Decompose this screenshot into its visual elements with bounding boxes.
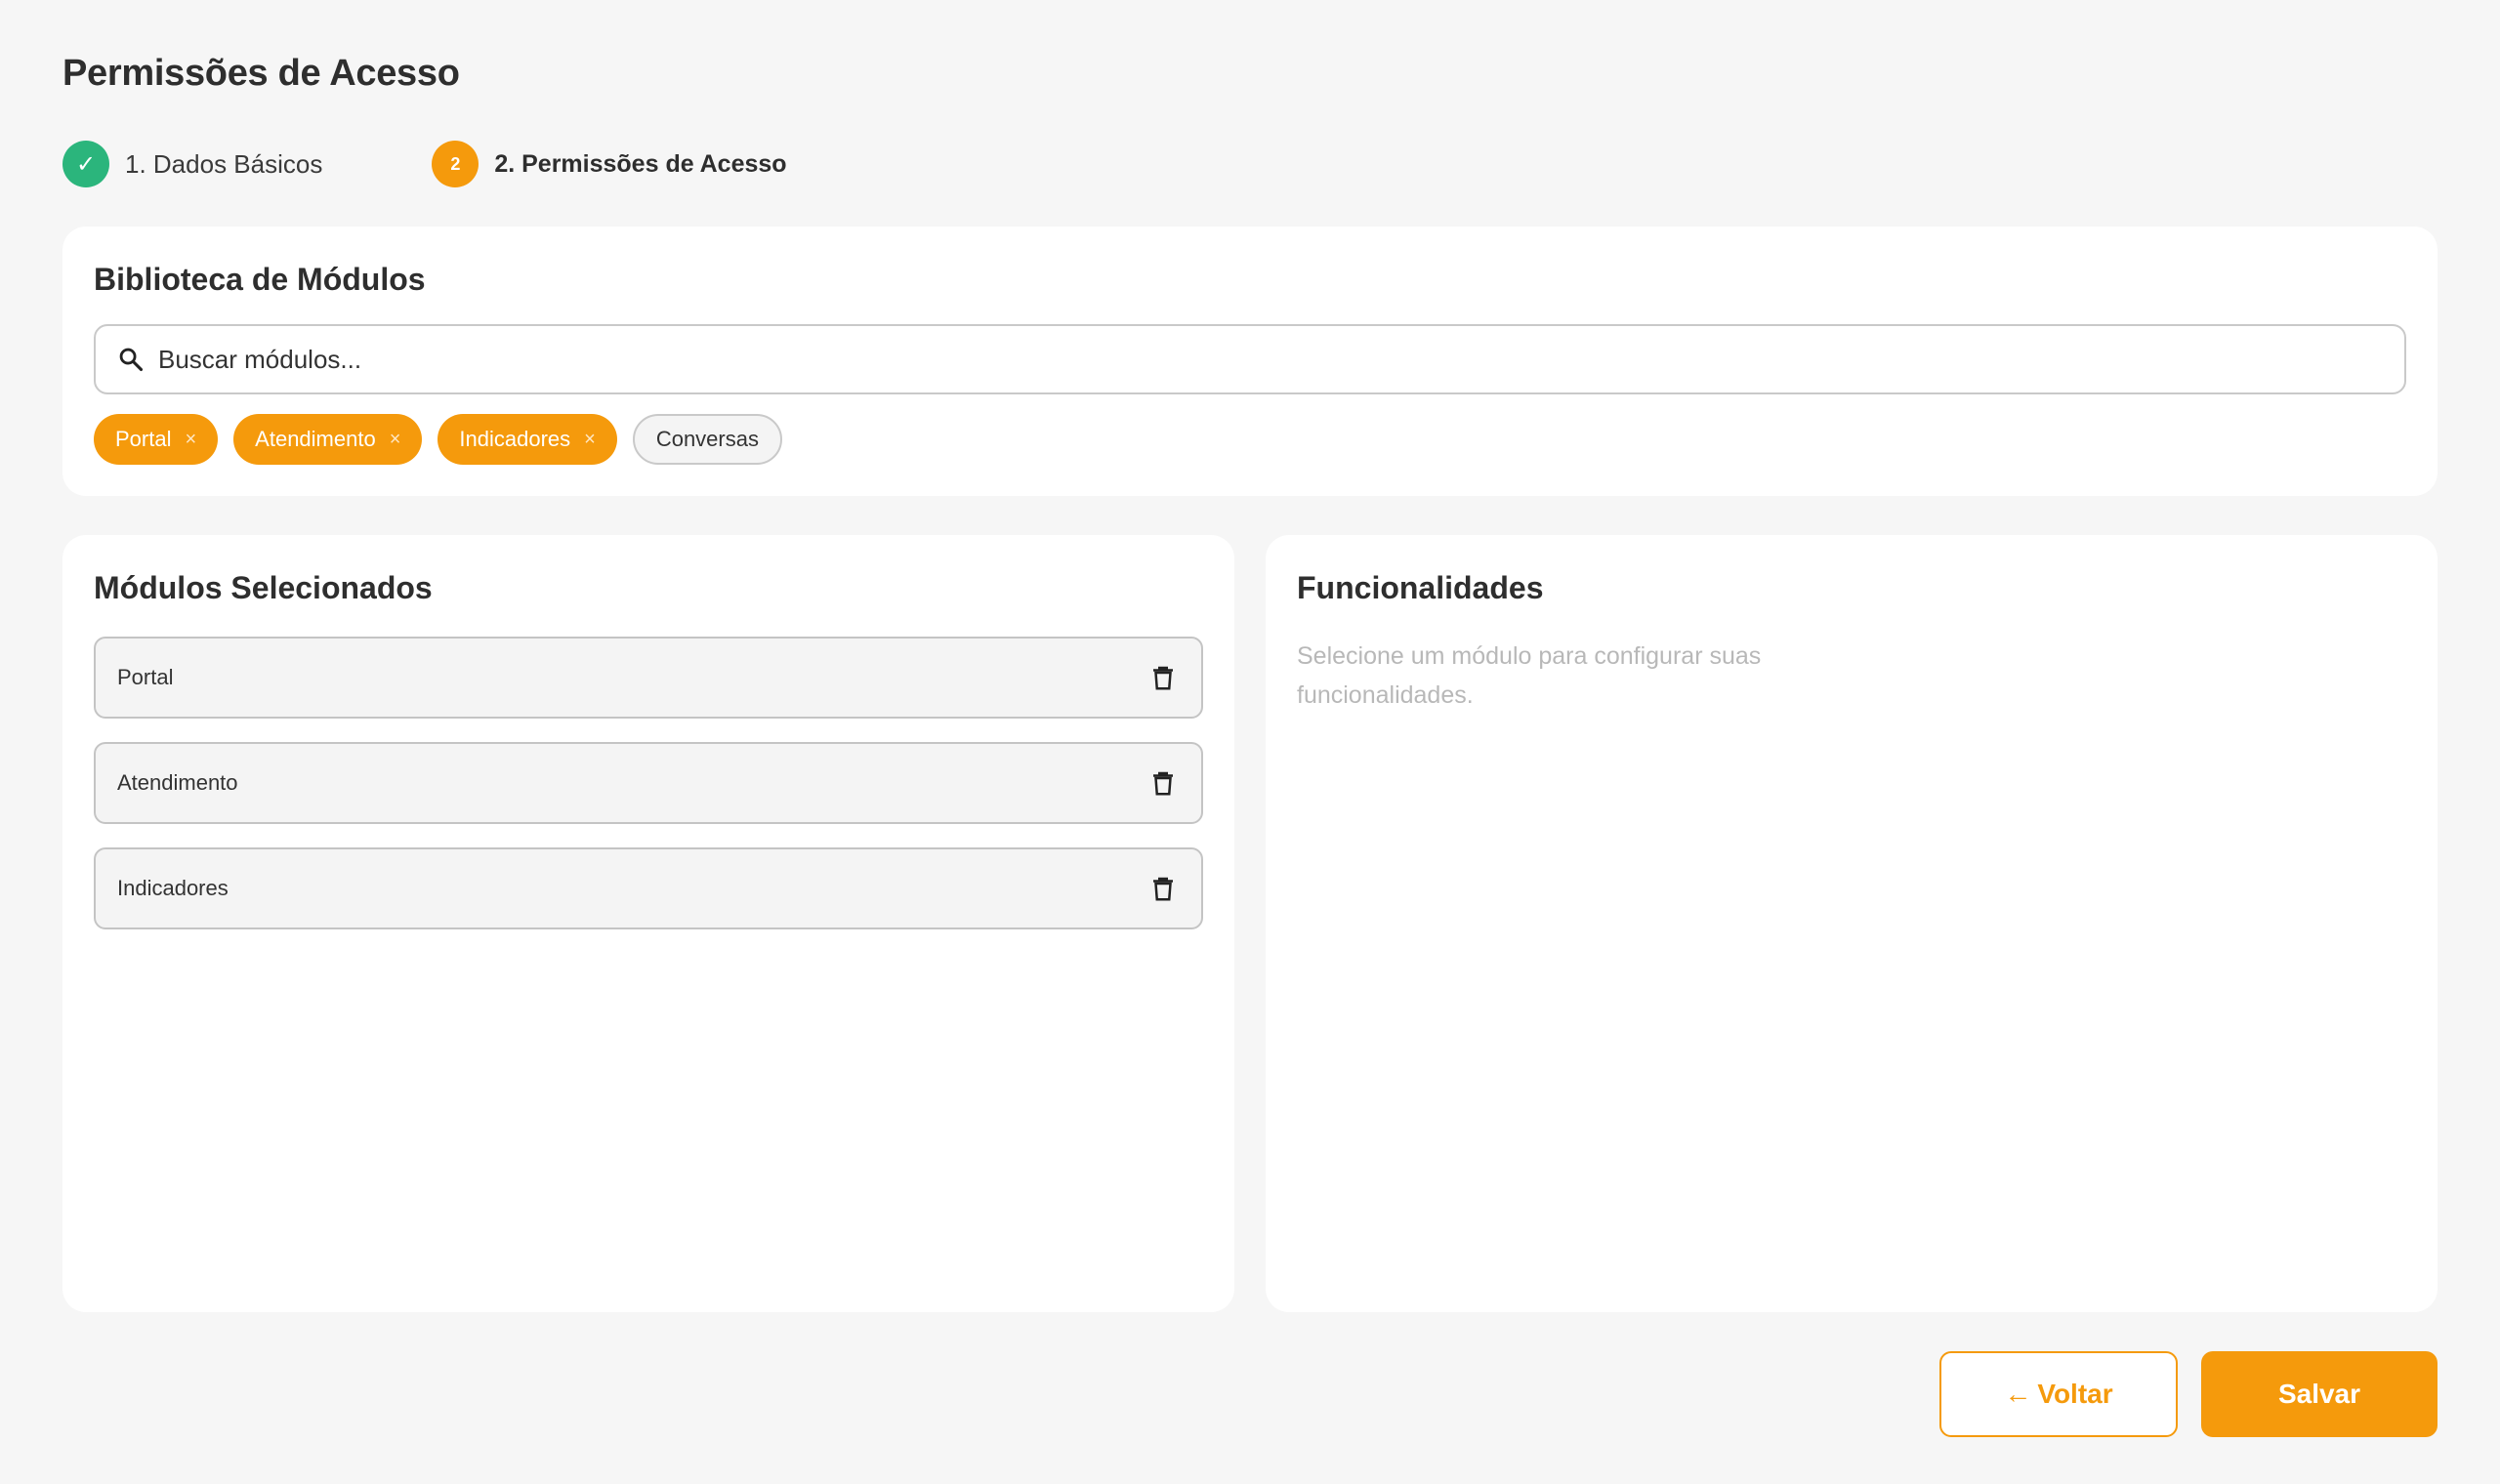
stepper: ✓ 1. Dados Básicos 2 2. Permissões de Ac… xyxy=(62,141,787,187)
step-permissoes[interactable]: 2 2. Permissões de Acesso xyxy=(432,141,787,187)
library-title: Biblioteca de Módulos xyxy=(94,262,426,297)
trash-icon[interactable] xyxy=(1148,768,1178,798)
close-icon[interactable]: × xyxy=(390,429,401,451)
trash-icon[interactable] xyxy=(1148,663,1178,692)
trash-icon[interactable] xyxy=(1148,874,1178,903)
selected-module-row[interactable]: Indicadores xyxy=(94,847,1203,929)
check-icon: ✓ xyxy=(62,141,109,187)
search-icon xyxy=(117,346,145,373)
chip-atendimento[interactable]: Atendimento × xyxy=(233,414,423,465)
chip-label: Indicadores xyxy=(459,427,571,451)
close-icon[interactable]: × xyxy=(185,429,196,451)
save-button-label: Salvar xyxy=(2277,1379,2361,1409)
chip-indicadores[interactable]: Indicadores × xyxy=(438,414,617,465)
step-number: 2 xyxy=(432,141,479,187)
module-chips: Portal × Atendimento × Indicadores × Con… xyxy=(94,414,798,465)
chip-conversas[interactable]: Conversas xyxy=(632,414,782,465)
selected-module-row[interactable]: Atendimento xyxy=(94,742,1203,824)
save-button[interactable]: Salvar xyxy=(2201,1351,2438,1437)
close-icon[interactable]: × xyxy=(584,429,596,451)
module-library-card: Biblioteca de Módulos Portal × Atendimen… xyxy=(62,227,2438,496)
selected-modules-card: Módulos Selecionados Portal Atendimento … xyxy=(62,535,1234,1312)
selected-modules-title: Módulos Selecionados xyxy=(94,570,433,605)
chip-label: Atendimento xyxy=(255,427,376,451)
module-name: Portal xyxy=(117,665,174,689)
chip-label: Portal xyxy=(115,427,172,451)
chip-label: Conversas xyxy=(655,427,759,451)
features-empty-hint: Selecione um módulo para configurar suas… xyxy=(1297,642,1762,709)
search-input[interactable] xyxy=(158,344,2307,375)
step-dados-basicos[interactable]: ✓ 1. Dados Básicos xyxy=(62,141,322,187)
features-title: Funcionalidades xyxy=(1297,570,1544,605)
arrow-left-icon: ← xyxy=(2004,1379,2032,1409)
search-box[interactable] xyxy=(94,324,2406,394)
module-name: Atendimento xyxy=(117,770,238,795)
selected-module-row[interactable]: Portal xyxy=(94,637,1203,719)
step-label: 1. Dados Básicos xyxy=(125,148,323,179)
step-label: 2. Permissões de Acesso xyxy=(494,149,787,178)
features-card: Funcionalidades Selecione um módulo para… xyxy=(1266,535,2438,1312)
module-name: Indicadores xyxy=(117,876,229,900)
back-button[interactable]: ← Voltar xyxy=(1939,1351,2178,1437)
page-title: Permissões de Acesso xyxy=(62,53,460,94)
back-button-label: Voltar xyxy=(2037,1379,2113,1409)
chip-portal[interactable]: Portal × xyxy=(94,414,219,465)
